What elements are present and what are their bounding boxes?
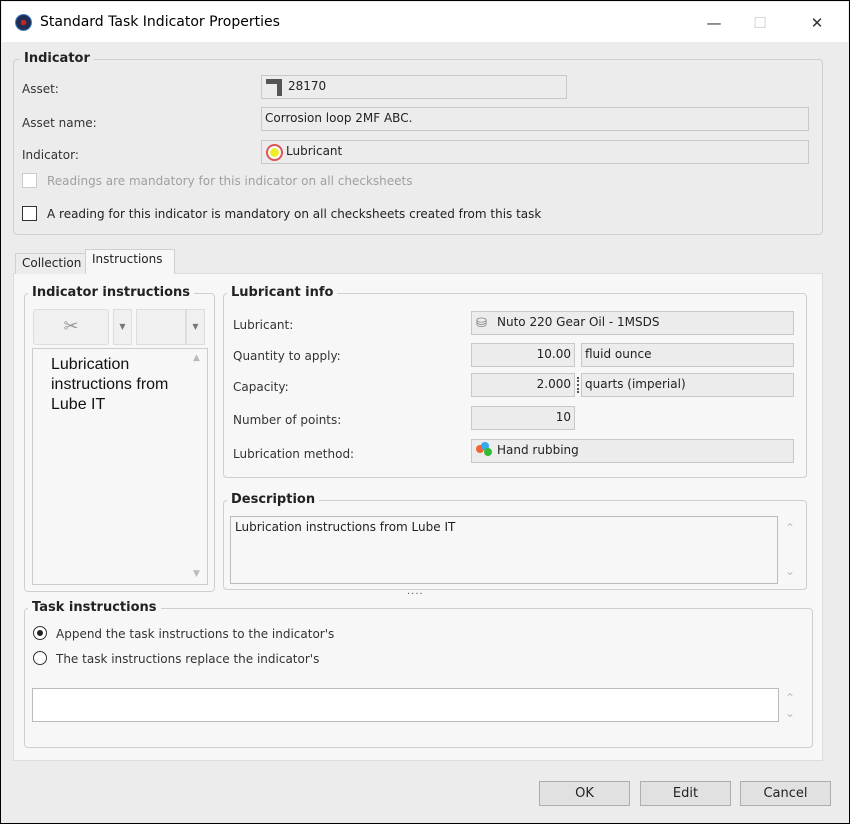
splitter-handle[interactable] (577, 377, 579, 393)
replace-radio[interactable] (33, 651, 47, 665)
reading-mandatory-task-checkbox[interactable] (22, 206, 37, 221)
asset-field: 28170 (261, 75, 567, 99)
scroll-down-icon[interactable]: ⌄ (785, 564, 795, 578)
readings-mandatory-checkbox[interactable] (22, 173, 37, 188)
scroll-up-icon[interactable]: ▲ (193, 353, 200, 363)
maximize-button[interactable]: ☐ (745, 10, 775, 36)
indicator-instructions-label: Indicator instructions (28, 285, 195, 300)
splitter-grip[interactable]: ···· (407, 589, 424, 600)
quantity-label: Quantity to apply: (233, 349, 341, 363)
cut-dropdown-button[interactable]: ▼ (113, 309, 132, 345)
capacity-label: Capacity: (233, 380, 289, 394)
tab-collection[interactable]: Collection (15, 253, 89, 274)
lubricant-label: Lubricant: (233, 318, 294, 332)
capacity-field[interactable]: 2.000 (471, 373, 575, 397)
append-label: Append the task instructions to the indi… (56, 627, 335, 641)
dialog-window: Standard Task Indicator Properties — ☐ ✕… (0, 0, 850, 824)
scroll-down-icon[interactable]: ▼ (193, 569, 200, 579)
app-icon (15, 14, 32, 31)
cancel-button[interactable]: Cancel (740, 781, 831, 806)
asset-name-label: Asset name: (22, 116, 97, 130)
task-instructions-input[interactable] (32, 688, 779, 722)
close-button[interactable]: ✕ (802, 10, 832, 36)
tab-instructions[interactable]: Instructions (85, 249, 175, 274)
ok-button[interactable]: OK (539, 781, 630, 806)
cut-button[interactable]: ✂ (33, 309, 109, 345)
task-instructions-label: Task instructions (28, 600, 161, 615)
lubricant-value: Nuto 220 Gear Oil - 1MSDS (497, 315, 660, 329)
readings-mandatory-label: Readings are mandatory for this indicato… (47, 174, 413, 188)
oil-drum-icon: ⛁ (476, 316, 487, 331)
asset-label: Asset: (22, 82, 59, 96)
scroll-up-icon[interactable]: ⌃ (785, 691, 795, 705)
scroll-up-icon[interactable]: ⌃ (785, 521, 795, 535)
gauge-icon (266, 144, 283, 161)
toolbar-button[interactable] (136, 309, 186, 345)
method-value: Hand rubbing (497, 443, 579, 457)
pipe-asset-icon (266, 79, 282, 96)
description-textarea[interactable]: Lubrication instructions from Lube IT (230, 516, 778, 584)
lubricant-field: ⛁ Nuto 220 Gear Oil - 1MSDS (471, 311, 794, 335)
lubricant-info-label: Lubricant info (227, 285, 338, 300)
indicator-group-label: Indicator (20, 51, 94, 66)
method-icon-part (484, 448, 492, 456)
capacity-unit-field: quarts (imperial) (581, 373, 794, 397)
indicator-value: Lubricant (286, 144, 343, 158)
toolbar-dropdown-button[interactable]: ▼ (186, 309, 205, 345)
method-label: Lubrication method: (233, 447, 355, 461)
reading-mandatory-task-label: A reading for this indicator is mandator… (47, 207, 542, 221)
window-title: Standard Task Indicator Properties (40, 14, 280, 30)
points-label: Number of points: (233, 413, 342, 427)
asset-name-field: Corrosion loop 2MF ABC. (261, 107, 809, 131)
scroll-down-icon[interactable]: ⌄ (785, 706, 795, 720)
chevron-down-icon: ▼ (119, 322, 126, 331)
quantity-field[interactable]: 10.00 (471, 343, 575, 367)
asset-value: 28170 (288, 79, 327, 93)
minimize-button[interactable]: — (699, 10, 729, 36)
replace-label: The task instructions replace the indica… (56, 652, 320, 666)
indicator-label: Indicator: (22, 148, 79, 162)
points-field[interactable]: 10 (471, 406, 575, 430)
indicator-field: Lubricant (261, 140, 809, 164)
method-field: Hand rubbing (471, 439, 794, 463)
edit-button[interactable]: Edit (640, 781, 731, 806)
description-label: Description (227, 492, 320, 507)
scissors-icon: ✂ (63, 316, 79, 337)
title-bar: Standard Task Indicator Properties — ☐ ✕ (2, 2, 848, 42)
append-radio[interactable] (33, 626, 47, 640)
chevron-down-icon: ▼ (192, 322, 199, 331)
indicator-instructions-text: Lubrication instructions from Lube IT (51, 356, 169, 413)
quantity-unit-field: fluid ounce (581, 343, 794, 367)
indicator-instructions-editor[interactable]: Lubrication instructions from Lube IT ▲ … (32, 348, 208, 585)
